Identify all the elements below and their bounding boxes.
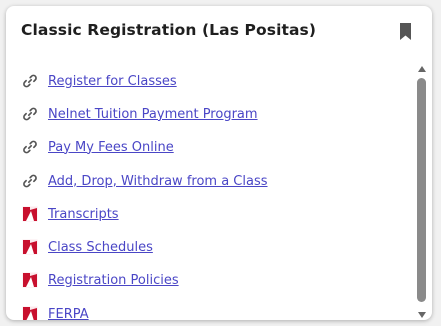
- link-list: Register for Classes Nelnet Tuition Paym…: [6, 60, 406, 320]
- link-icon: [21, 138, 39, 156]
- app-logo-icon: [21, 238, 39, 256]
- pay-fees-link[interactable]: Pay My Fees Online: [48, 140, 174, 155]
- registration-policies-link[interactable]: Registration Policies: [48, 273, 179, 288]
- card-header: Classic Registration (Las Positas): [6, 6, 432, 58]
- list-item-register-for-classes[interactable]: Register for Classes: [21, 70, 177, 92]
- classic-registration-card: Classic Registration (Las Positas) Regis…: [6, 6, 432, 320]
- list-item-pay-fees[interactable]: Pay My Fees Online: [21, 136, 174, 158]
- link-icon: [21, 172, 39, 190]
- list-item-class-schedules[interactable]: Class Schedules: [21, 236, 153, 258]
- add-drop-withdraw-link[interactable]: Add, Drop, Withdraw from a Class: [48, 174, 268, 189]
- register-for-classes-link[interactable]: Register for Classes: [48, 74, 177, 89]
- transcripts-link[interactable]: Transcripts: [48, 207, 119, 222]
- scroll-down-arrow-icon[interactable]: [418, 312, 426, 318]
- list-item-nelnet[interactable]: Nelnet Tuition Payment Program: [21, 103, 258, 125]
- bookmark-icon[interactable]: [399, 23, 412, 40]
- app-logo-icon: [21, 305, 39, 320]
- card-title: Classic Registration (Las Positas): [21, 21, 317, 39]
- list-item-add-drop-withdraw[interactable]: Add, Drop, Withdraw from a Class: [21, 170, 268, 192]
- scrollbar-thumb[interactable]: [417, 78, 426, 302]
- app-logo-icon: [21, 271, 39, 289]
- link-icon: [21, 72, 39, 90]
- link-icon: [21, 105, 39, 123]
- ferpa-link[interactable]: FERPA: [48, 307, 89, 321]
- app-logo-icon: [21, 205, 39, 223]
- list-item-registration-policies[interactable]: Registration Policies: [21, 269, 179, 291]
- list-item-ferpa[interactable]: FERPA: [21, 303, 89, 320]
- list-item-transcripts[interactable]: Transcripts: [21, 203, 119, 225]
- class-schedules-link[interactable]: Class Schedules: [48, 240, 153, 255]
- scroll-up-arrow-icon[interactable]: [418, 66, 426, 72]
- nelnet-tuition-link[interactable]: Nelnet Tuition Payment Program: [48, 107, 258, 122]
- scrollbar[interactable]: [416, 64, 428, 320]
